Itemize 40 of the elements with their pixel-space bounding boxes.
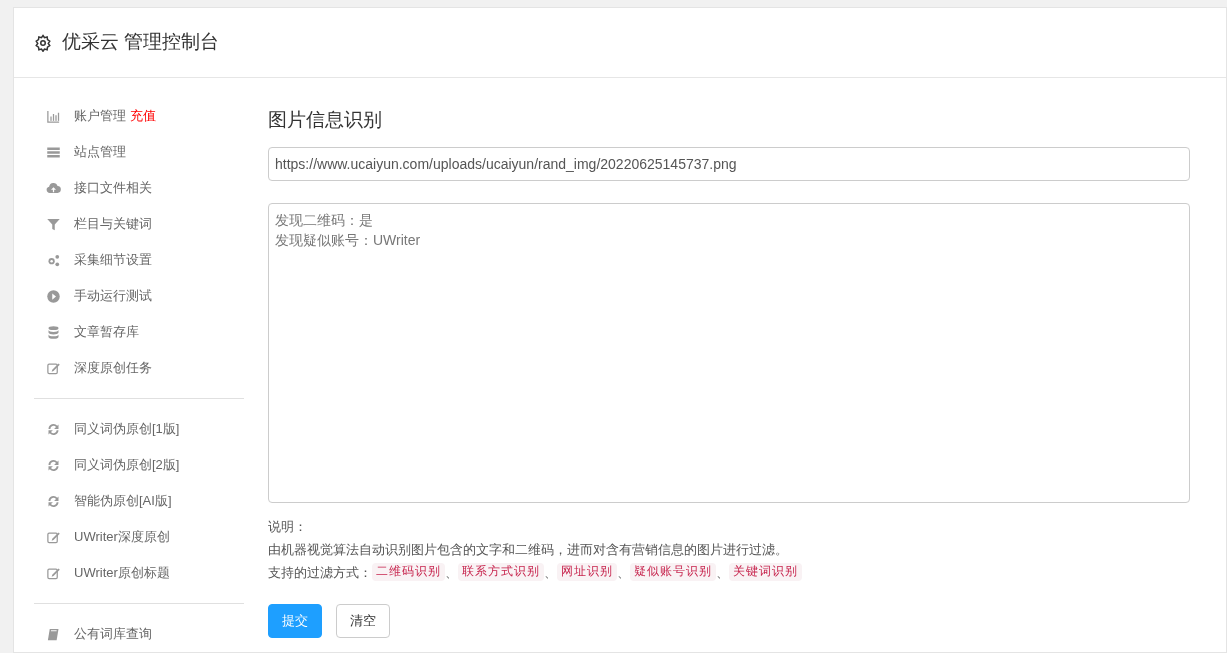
sidebar-link[interactable]: 接口文件相关: [74, 178, 152, 198]
method-tag: 联系方式识别: [458, 563, 544, 581]
method-tag: 疑似账号识别: [630, 563, 716, 581]
sidebar-link[interactable]: 账户管理: [74, 106, 126, 126]
sidebar-link[interactable]: 同义词伪原创[1版]: [74, 419, 180, 439]
edit-icon: [45, 360, 62, 376]
url-field[interactable]: https://www.ucaiyun.com/uploads/ucaiyun/rand_img/20220625145737.png: [268, 146, 1190, 181]
methods-label: 支持的过滤方式：: [268, 563, 372, 582]
notes-description: 由机器视觉算法自动识别图片包含的文字和二维码，进而对含有营销信息的图片进行过滤。: [268, 540, 789, 559]
sidebar-link[interactable]: 智能伪原创[AI版]: [74, 491, 172, 511]
sidebar-link[interactable]: 栏目与关键词: [74, 214, 152, 234]
sidebar-link[interactable]: 公有词库查询: [74, 624, 152, 644]
filter-icon: [45, 216, 62, 232]
result-box[interactable]: 发现二维码：是 发现疑似账号：UWriter: [268, 202, 1190, 503]
notes-heading: 说明：: [268, 517, 308, 536]
cloud-upload-icon: [45, 180, 62, 196]
sidebar-link[interactable]: 文章暂存库: [74, 322, 139, 342]
method-tag: 二维码识别: [372, 563, 445, 581]
separator: 、: [445, 563, 458, 582]
sidebar-link[interactable]: 同义词伪原创[2版]: [74, 455, 180, 475]
sidebar-link[interactable]: UWriter深度原创: [74, 527, 170, 547]
sidebar-link[interactable]: UWriter原创标题: [74, 563, 170, 583]
clear-button[interactable]: 清空: [336, 603, 390, 638]
edit-icon: [45, 565, 62, 581]
page-title: 图片信息识别: [268, 108, 383, 132]
recharge-link[interactable]: 充值: [130, 106, 156, 126]
sidebar-link[interactable]: 手动运行测试: [74, 286, 152, 306]
method-tag: 网址识别: [557, 563, 617, 581]
edit-icon: [45, 529, 62, 545]
settings-icon: [34, 33, 52, 52]
sidebar-link[interactable]: 采集细节设置: [74, 250, 152, 270]
separator: 、: [544, 563, 557, 582]
console-title: 优采云 管理控制台: [62, 30, 220, 55]
bar-chart-icon: [45, 108, 62, 124]
play-icon: [45, 288, 62, 304]
sidebar-link[interactable]: 站点管理: [74, 142, 126, 162]
sidebar-link[interactable]: 深度原创任务: [74, 358, 152, 378]
method-tag: 关键词识别: [729, 563, 802, 581]
separator: 、: [617, 563, 630, 582]
separator: 、: [716, 563, 729, 582]
